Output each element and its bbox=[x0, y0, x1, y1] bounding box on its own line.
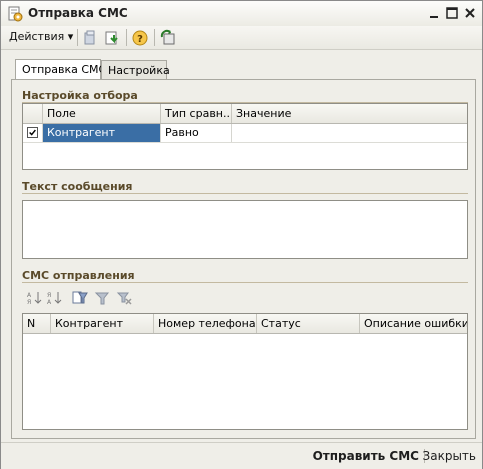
row-checkbox-cell[interactable] bbox=[23, 124, 43, 142]
message-section-title: Текст сообщения bbox=[22, 180, 133, 193]
svg-text:Я: Я bbox=[27, 299, 31, 306]
minimize-icon[interactable] bbox=[426, 5, 442, 21]
window-title: Отправка СМС bbox=[28, 6, 128, 20]
cell-comparison[interactable]: Равно bbox=[161, 124, 232, 142]
sms-section-title: СМС отправления bbox=[22, 269, 135, 282]
close-button[interactable]: Закрыть bbox=[423, 449, 476, 463]
footer-bar: Отправить СМС Закрыть bbox=[1, 442, 482, 469]
filter-grid[interactable]: Поле Тип сравн... Значение Контрагент Ра… bbox=[22, 103, 468, 170]
sms-grid[interactable]: N Контрагент Номер телефона Статус Описа… bbox=[22, 313, 468, 430]
column-header-number[interactable]: N bbox=[23, 314, 51, 333]
clear-filter-icon[interactable] bbox=[116, 290, 132, 306]
svg-text:?: ? bbox=[137, 34, 143, 45]
help-icon[interactable]: ? bbox=[131, 29, 149, 47]
filter-settings-icon[interactable] bbox=[72, 290, 88, 306]
tab-panel: Настройка отбора Поле Тип сравн... Значе… bbox=[11, 79, 476, 439]
actions-label: Действия bbox=[9, 30, 65, 43]
filter-grid-header: Поле Тип сравн... Значение bbox=[23, 104, 467, 124]
filter-icon[interactable] bbox=[94, 290, 110, 306]
sort-descending-icon[interactable]: Я A bbox=[46, 290, 62, 306]
dropdown-arrow-icon: ▾ bbox=[67, 30, 74, 43]
refresh-icon[interactable] bbox=[159, 29, 177, 47]
table-row[interactable]: Контрагент Равно bbox=[23, 124, 467, 143]
close-icon[interactable] bbox=[462, 5, 478, 21]
checkbox-column-header bbox=[23, 104, 43, 123]
section-divider bbox=[22, 282, 468, 283]
cell-value[interactable] bbox=[232, 124, 467, 142]
svg-text:A: A bbox=[27, 292, 32, 299]
column-header-status[interactable]: Статус bbox=[257, 314, 360, 333]
message-text-input[interactable] bbox=[22, 200, 468, 259]
form-content: Отправка СМС Настройка Настройка отбора … bbox=[5, 53, 478, 441]
send-sms-button[interactable]: Отправить СМС bbox=[313, 449, 419, 463]
svg-text:Я: Я bbox=[47, 292, 51, 299]
sms-grid-header: N Контрагент Номер телефона Статус Описа… bbox=[23, 314, 467, 334]
column-header-field[interactable]: Поле bbox=[43, 104, 161, 123]
toolbar-separator bbox=[154, 29, 155, 46]
tab-settings[interactable]: Настройка bbox=[101, 60, 170, 79]
column-header-phone[interactable]: Номер телефона bbox=[154, 314, 257, 333]
toolbar-separator bbox=[77, 29, 78, 46]
column-header-counterparty[interactable]: Контрагент bbox=[51, 314, 154, 333]
move-to-folder-icon[interactable] bbox=[81, 29, 99, 47]
actions-menu[interactable]: Действия ▾ bbox=[9, 30, 73, 43]
sms-window: Отправка СМС Действия ▾ ? Отправка СМС Н… bbox=[0, 0, 483, 469]
sms-toolbar: A Я Я A bbox=[22, 290, 162, 308]
document-settings-icon bbox=[8, 6, 23, 22]
toolbar-separator bbox=[126, 29, 127, 46]
toolbar: Действия ▾ ? bbox=[1, 26, 482, 50]
column-header-comparison[interactable]: Тип сравн... bbox=[161, 104, 232, 123]
filter-section-title: Настройка отбора bbox=[22, 89, 138, 102]
title-bar: Отправка СМС bbox=[1, 1, 482, 27]
sort-ascending-icon[interactable]: A Я bbox=[26, 290, 42, 306]
maximize-icon[interactable] bbox=[444, 5, 460, 21]
checkbox-checked-icon[interactable] bbox=[27, 127, 38, 138]
cell-field[interactable]: Контрагент bbox=[43, 124, 161, 142]
section-divider bbox=[22, 193, 468, 194]
column-header-error[interactable]: Описание ошибки bbox=[360, 314, 467, 333]
tab-send-sms[interactable]: Отправка СМС bbox=[15, 59, 106, 80]
column-header-value[interactable]: Значение bbox=[232, 104, 467, 123]
svg-text:A: A bbox=[47, 299, 52, 306]
export-down-icon[interactable] bbox=[103, 29, 121, 47]
